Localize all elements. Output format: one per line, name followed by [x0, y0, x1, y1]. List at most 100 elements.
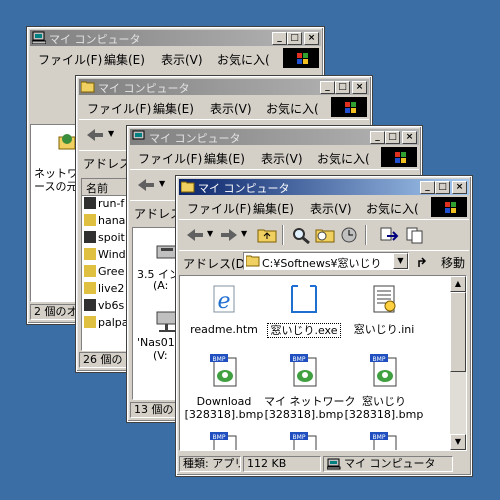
menu-file[interactable]: ファイル(F): [87, 100, 151, 117]
computer-icon: [132, 130, 145, 140]
drive-label: 'Nas01' c: [137, 336, 179, 349]
menu-favorites[interactable]: お気に入(: [317, 150, 370, 167]
title-bar[interactable]: マイ コンピュータ _ □ ×: [79, 79, 369, 95]
bmp-file-icon: BMP: [210, 354, 237, 387]
menu-file[interactable]: ファイル(F): [187, 200, 251, 217]
search-icon[interactable]: [291, 226, 311, 244]
menu-favorites[interactable]: お気に入(: [217, 51, 270, 68]
back-arrow-icon[interactable]: [85, 126, 105, 144]
up-folder-icon[interactable]: [257, 226, 277, 244]
minimize-button[interactable]: _: [370, 131, 385, 144]
svg-text:BMP: BMP: [293, 434, 306, 441]
bmp-file-icon[interactable]: BMP: [368, 432, 400, 451]
menu-view[interactable]: 表示(V): [161, 51, 203, 68]
copy-to-icon[interactable]: [405, 226, 425, 244]
svg-text:BMP: BMP: [373, 434, 386, 441]
menu-bar: ファイル(F) 編集(E) 表示(V) お気に入(: [30, 48, 321, 68]
status-text: 26 個の: [79, 352, 129, 368]
svg-text:e: e: [217, 289, 230, 314]
maximize-button[interactable]: □: [287, 32, 302, 45]
content-pane: ネットワー ースの元: [30, 124, 78, 302]
close-button[interactable]: ×: [452, 181, 467, 194]
menu-file[interactable]: ファイル(F): [38, 51, 102, 68]
vertical-scrollbar[interactable]: ▲ ▼: [450, 276, 466, 450]
maximize-button[interactable]: □: [335, 81, 350, 94]
menu-edit[interactable]: 編集(E): [153, 100, 194, 117]
file-item[interactable]: BMP 窓いじり [328318].bmp: [344, 354, 424, 421]
minimize-button[interactable]: _: [320, 81, 335, 94]
menu-edit[interactable]: 編集(E): [104, 51, 145, 68]
list-item[interactable]: run-f: [84, 197, 124, 213]
menu-edit[interactable]: 編集(E): [253, 200, 294, 217]
windows-flag-square: [445, 202, 450, 207]
go-button[interactable]: 移動: [441, 254, 465, 271]
minimize-button[interactable]: _: [272, 32, 287, 45]
windows-flag-square: [303, 53, 308, 58]
scroll-up-button[interactable]: ▲: [450, 276, 466, 292]
close-button[interactable]: ×: [402, 131, 417, 144]
folder-icon: [84, 248, 96, 260]
chevron-down-icon[interactable]: ▼: [207, 229, 213, 238]
column-header-name[interactable]: 名前: [86, 180, 108, 196]
chevron-down-icon[interactable]: ▼: [159, 179, 165, 188]
menu-file[interactable]: ファイル(F): [138, 150, 202, 167]
windows-logo-icon: [331, 97, 367, 117]
windows-flag-square: [345, 108, 350, 113]
folder-icon: [246, 255, 260, 267]
maximize-button[interactable]: □: [435, 181, 450, 194]
close-button[interactable]: ×: [352, 81, 367, 94]
menu-favorites[interactable]: お気に入(: [266, 100, 319, 117]
windows-logo-icon: [381, 147, 417, 167]
history-icon[interactable]: [339, 226, 359, 244]
address-input[interactable]: C:¥Softnews¥窓いじり ▼: [243, 252, 409, 270]
chevron-down-icon[interactable]: ▼: [108, 129, 114, 138]
back-arrow-icon[interactable]: [136, 176, 156, 194]
folder-icon: [84, 214, 96, 226]
go-arrow-icon[interactable]: [415, 255, 429, 269]
windows-flag-square: [303, 59, 308, 64]
list-item[interactable]: Wind: [84, 248, 126, 264]
list-item[interactable]: Gree: [84, 265, 124, 281]
list-item[interactable]: palpa: [84, 316, 129, 332]
bmp-file-icon[interactable]: BMP: [288, 432, 320, 451]
address-dropdown-button[interactable]: ▼: [393, 253, 408, 269]
list-item[interactable]: spoit: [84, 231, 125, 247]
file-item[interactable]: 窓いじり.exe: [264, 284, 344, 338]
menu-view[interactable]: 表示(V): [310, 200, 352, 217]
bmp-file-icon[interactable]: BMP: [208, 432, 240, 451]
windows-flag-square: [297, 59, 302, 64]
close-button[interactable]: ×: [304, 32, 319, 45]
list-item[interactable]: vb6s: [84, 299, 124, 315]
menu-view[interactable]: 表示(V): [261, 150, 303, 167]
scroll-thumb[interactable]: [450, 292, 466, 372]
computer-icon: [32, 31, 46, 44]
file-item[interactable]: BMP マイ ネットワーク [328318].bmp: [264, 354, 356, 421]
folders-icon[interactable]: [315, 226, 335, 244]
maximize-button[interactable]: □: [385, 131, 400, 144]
svg-text:BMP: BMP: [293, 356, 306, 363]
minimize-button[interactable]: _: [420, 181, 435, 194]
menu-view[interactable]: 表示(V): [210, 100, 252, 117]
title-bar[interactable]: マイ コンピュータ _ □ ×: [30, 30, 321, 46]
status-size: 112 KB: [243, 456, 321, 472]
window-title: マイ コンピュータ: [98, 82, 190, 95]
menu-edit[interactable]: 編集(E): [204, 150, 245, 167]
windows-flag-square: [395, 152, 400, 157]
file-item[interactable]: 窓いじり.ini: [344, 284, 424, 336]
move-to-icon[interactable]: [379, 226, 399, 244]
menu-bar: ファイル(F) 編集(E) 表示(V) お気に入(: [130, 147, 419, 167]
windows-flag-square: [395, 158, 400, 163]
back-arrow-icon[interactable]: [185, 226, 205, 244]
file-item[interactable]: BMP Download [328318].bmp: [184, 354, 264, 421]
list-item[interactable]: live2: [84, 282, 124, 298]
title-bar[interactable]: マイ コンピュータ _ □ ×: [130, 129, 419, 145]
title-bar[interactable]: マイ コンピュータ _ □ ×: [179, 179, 469, 195]
status-zone: マイ コンピュータ: [323, 456, 453, 472]
scroll-down-button[interactable]: ▼: [450, 434, 466, 450]
file-item[interactable]: e readme.htm: [184, 284, 264, 336]
menu-favorites[interactable]: お気に入(: [366, 200, 419, 217]
forward-arrow-icon[interactable]: [219, 226, 239, 244]
chevron-down-icon[interactable]: ▼: [241, 229, 247, 238]
list-item[interactable]: hana: [84, 214, 125, 230]
exe-icon: [84, 299, 96, 311]
